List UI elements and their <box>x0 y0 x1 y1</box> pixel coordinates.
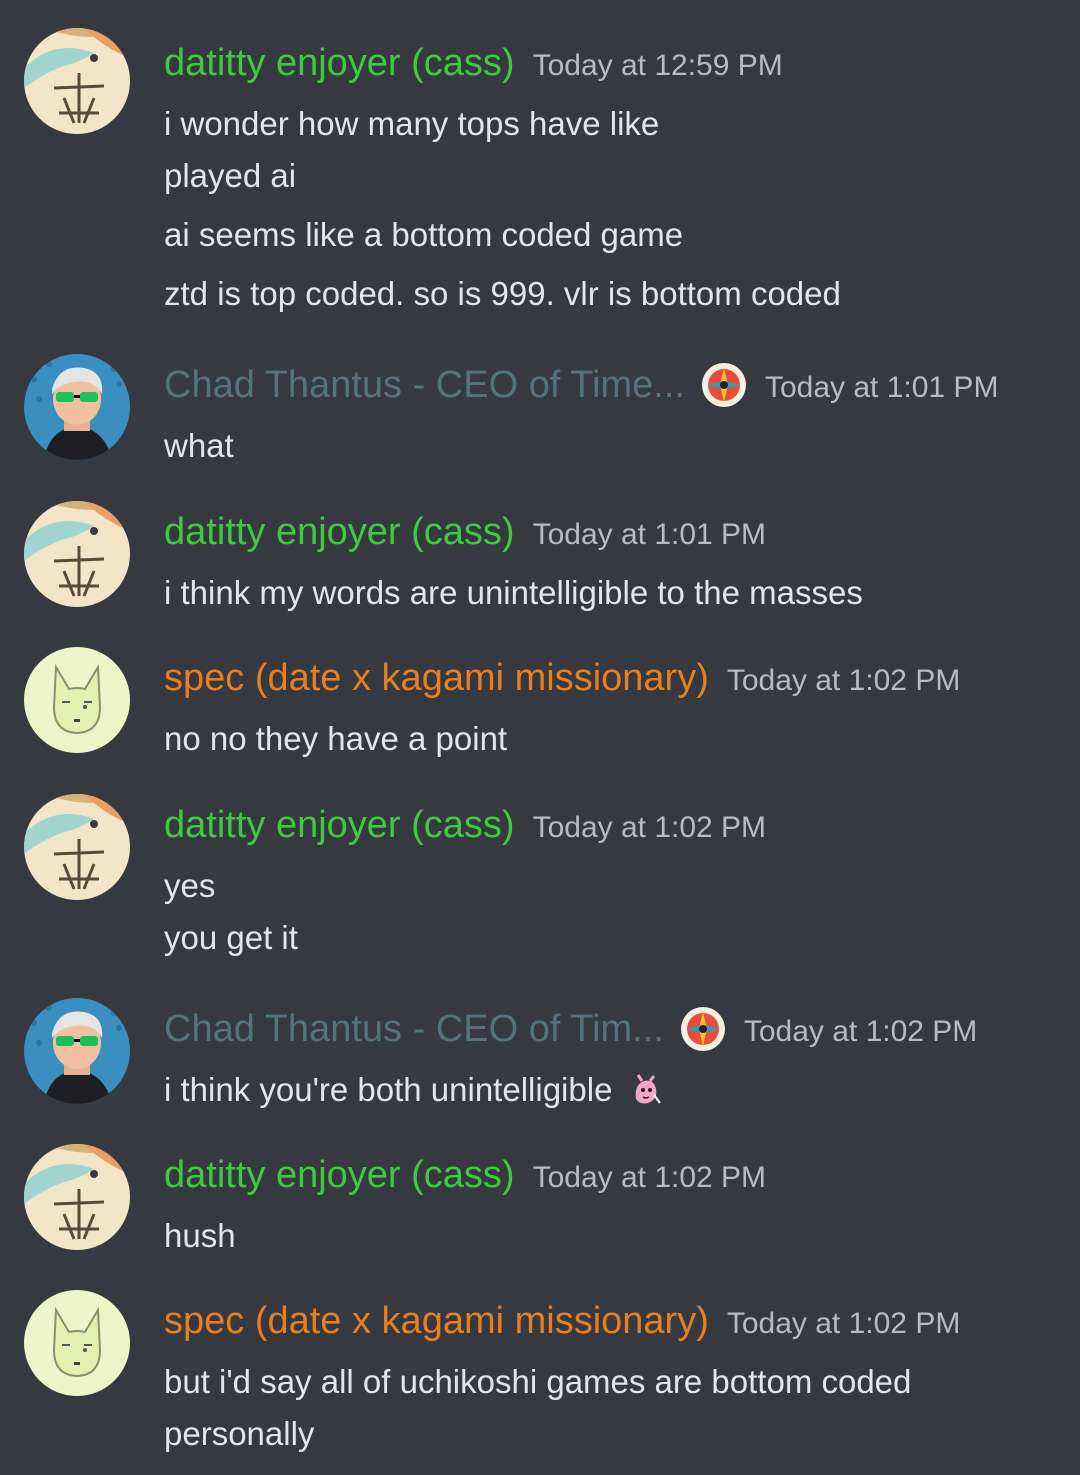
message-line: i think you're both unintelligible <box>164 1070 662 1110</box>
message-line: played ai <box>164 157 297 194</box>
cat-face-avatar[interactable] <box>24 647 130 753</box>
username[interactable]: Chad Thantus - CEO of Tim... <box>164 1004 664 1054</box>
message-line: no no they have a point <box>164 720 508 757</box>
message-line: i wonder how many tops have like <box>164 105 660 142</box>
timestamp: Today at 1:02 PM <box>726 1307 961 1340</box>
message-line: what <box>164 427 234 464</box>
timestamp: Today at 1:02 PM <box>532 811 767 844</box>
dragon-avatar[interactable] <box>24 501 130 607</box>
sunglasses-man-avatar[interactable] <box>24 998 130 1104</box>
cat-face-avatar[interactable] <box>24 1290 130 1396</box>
timestamp: Today at 1:02 PM <box>726 664 961 697</box>
message-line: you get it <box>164 919 298 956</box>
username[interactable]: datitty enjoyer (cass) <box>164 800 515 850</box>
message-text: i think you're both unintelligible <box>164 1071 613 1108</box>
message-line: but i'd say all of uchikoshi games are b… <box>164 1363 912 1400</box>
pink-creature-emoji-icon[interactable] <box>628 1073 662 1107</box>
dragon-avatar[interactable] <box>24 794 130 900</box>
sunglasses-man-avatar[interactable] <box>24 354 130 460</box>
compass-badge-icon[interactable] <box>680 1006 726 1052</box>
dragon-avatar[interactable] <box>24 1144 130 1250</box>
timestamp: Today at 1:02 PM <box>743 1015 978 1048</box>
compass-badge-icon[interactable] <box>701 362 747 408</box>
timestamp: Today at 12:59 PM <box>532 49 783 82</box>
username[interactable]: datitty enjoyer (cass) <box>164 507 515 557</box>
message-line: i think my words are unintelligible to t… <box>164 574 863 611</box>
username[interactable]: datitty enjoyer (cass) <box>164 1150 515 1200</box>
username[interactable]: spec (date x kagami missionary) <box>164 1296 709 1346</box>
message-line: personally <box>164 1415 315 1452</box>
timestamp: Today at 1:01 PM <box>532 518 767 551</box>
dragon-avatar[interactable] <box>24 28 130 134</box>
username[interactable]: Chad Thantus - CEO of Time... <box>164 360 685 410</box>
message-line: ztd is top coded. so is 999. vlr is bott… <box>164 275 841 312</box>
message-line: yes <box>164 867 216 904</box>
message-line: ai seems like a bottom coded game <box>164 216 684 253</box>
timestamp: Today at 1:02 PM <box>532 1161 767 1194</box>
username[interactable]: datitty enjoyer (cass) <box>164 38 515 88</box>
message-line: hush <box>164 1217 236 1254</box>
timestamp: Today at 1:01 PM <box>764 371 999 404</box>
username[interactable]: spec (date x kagami missionary) <box>164 653 709 703</box>
